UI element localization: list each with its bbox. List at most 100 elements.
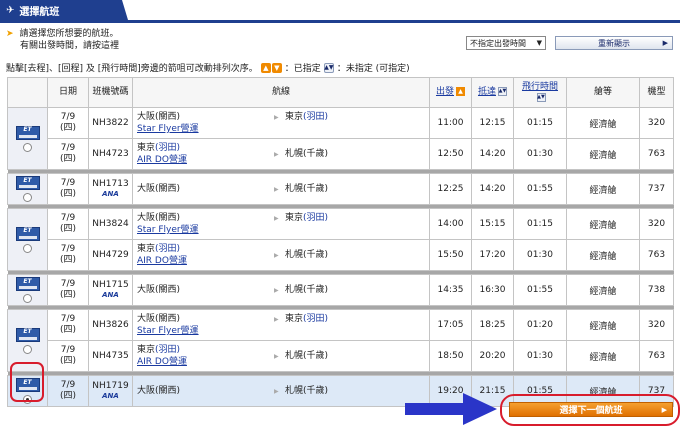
header-arrive[interactable]: 抵達 ▲▼ [471,77,514,108]
sort-unset-icon[interactable]: ▲▼ [536,92,546,102]
to-airport: (羽田) [303,112,329,122]
sort-unset-icon[interactable]: ▲▼ [498,87,507,96]
arrow-right-icon [405,393,497,425]
sort-set-label: ：已指定 [284,64,321,74]
operating-carrier-link[interactable]: Star Flyer營運 [137,225,199,236]
date-value: 7/9 [60,178,76,188]
route-from: 東京(羽田) [137,244,180,255]
e-ticket-icon: ET [15,327,40,342]
date-value: 7/9 [60,244,76,254]
flight-radio[interactable] [23,142,32,152]
e-ticket-icon: ET [15,176,40,190]
chevron-right-icon: ▶ [662,39,668,47]
route-to: 札幌(千歲) [285,285,329,295]
aircraft-type: 737 [639,173,674,205]
select-cell[interactable]: ET [7,208,48,271]
operating-carrier-link[interactable]: AIR DO營運 [137,155,187,166]
flight-number: NH4723 [92,149,129,159]
route-from: 東京(羽田) [137,143,180,154]
route-cell: 東京(羽田) AIR DO營運 ▶ 札幌(千歲) [132,340,430,372]
date-cell: 7/9 (四) [47,173,89,205]
sort-set-icon[interactable]: ▲ [456,87,465,96]
route-from: 東京(羽田) [137,345,180,356]
arrive-time: 17:20 [471,239,514,271]
flight-radio[interactable] [23,294,32,303]
flight-duration: 01:30 [513,138,567,170]
departure-time-select[interactable]: 不指定出發時間 ▼ [466,36,546,50]
flight-number: NH3826 [92,320,129,330]
chevron-right-icon: ▶ [661,405,667,414]
arrow-right-icon: ➤ [6,29,14,39]
flight-number-cell: NH1719 ANA [88,375,133,407]
e-ticket-icon: ET [15,277,40,291]
route-cell: 東京(羽田) AIR DO營運 ▶ 札幌(千歲) [132,239,430,271]
route-from: 大阪(關西) [137,184,181,194]
flight-duration: 01:30 [513,340,567,372]
cabin-class: 經濟艙 [566,107,640,139]
flight-number-cell: NH3824 [88,208,133,240]
instructions: ➤ 請選擇您所想要的航班。 有關出發時間，請按這裡 [6,28,119,52]
route-to: 札幌(千歲) [285,184,329,194]
date-value: 7/9 [60,345,76,355]
table-row: 7/9 (四) NH4729 東京(羽田) AIR DO營運 ▶ 札幌(千歲) 15:50 17… [8,239,674,271]
flight-number-cell: NH1713 ANA [88,173,133,205]
sort-note-prefix: 點擊[去程]、[回程] 及 [飛行時間]旁邊的箭咀可改動排列次序。 [6,64,258,74]
route-cell: 大阪(關西) ▶ 札幌(千歲) [132,375,430,407]
operating-carrier-link[interactable]: AIR DO營運 [137,256,187,267]
route-arrow-icon: ▶ [274,151,279,158]
operating-carrier-link[interactable]: Star Flyer營運 [137,326,199,337]
flight-radio[interactable] [23,193,32,202]
depart-time: 12:50 [429,138,472,170]
day-value: (四) [59,356,77,366]
date-value: 7/9 [60,143,76,153]
cabin-class: 經濟艙 [566,208,640,240]
date-value: 7/9 [60,112,76,122]
depart-time: 18:50 [429,340,472,372]
next-button-label: 選擇下一個航班 [559,406,623,416]
flight-duration: 01:55 [513,173,567,205]
arrive-time: 20:20 [471,340,514,372]
select-next-flight-button[interactable]: 選擇下一個航班 ▶ [509,402,673,417]
select-cell[interactable]: ET [7,274,48,306]
flight-radio[interactable] [23,344,32,354]
e-ticket-icon: ET [15,226,40,241]
arrive-time: 14:20 [471,138,514,170]
flight-number: NH3822 [92,118,129,128]
depart-time: 14:00 [429,208,472,240]
route-from: 大阪(關西) [137,285,181,295]
route-from: 大阪(關西) [137,386,181,396]
instruction-line-2[interactable]: 有關出發時間，請按這裡 [6,40,119,52]
sort-set-icon: ▲ ▼ [260,62,282,73]
route-cell: 大阪(關西) ▶ 札幌(千歲) [132,274,430,306]
select-cell[interactable]: ET [7,107,48,170]
instruction-line-1: 請選擇您所想要的航班。 [19,29,119,39]
table-row: ET 7/9 (四) NH1713 ANA 大阪(關西) ▶ 札幌(千歲) 12:25 14:20… [7,173,674,205]
aircraft-type: 763 [639,138,674,170]
select-cell[interactable]: ET [7,173,48,205]
date-cell: 7/9 (四) [47,274,89,306]
sort-note: 點擊[去程]、[回程] 及 [飛行時間]旁邊的箭咀可改動排列次序。 ▲ ▼ ：已指… [6,61,410,74]
flight-duration: 01:30 [513,239,567,271]
operating-carrier-link[interactable]: AIR DO營運 [137,357,187,368]
page-title-tab: ✈ 選擇航班 [0,0,128,20]
table-header-row: 日期 班機號碼 航線 出發 ▲ 抵達 ▲▼ 飛行時間▲▼ 艙等 機型 [7,77,674,108]
header-aircraft: 機型 [639,77,674,108]
cabin-class: 經濟艙 [566,340,640,372]
day-value: (四) [59,189,77,199]
table-row: ET 7/9 (四) NH3822 大阪(關西) Star Flyer營運 ▶ 東京(羽田) 1… [7,107,674,170]
dropdown-arrow-icon: ▼ [536,39,542,47]
header-depart[interactable]: 出發 ▲ [429,77,472,108]
flight-duration: 01:20 [513,309,567,341]
aircraft-type: 320 [639,309,674,341]
from-airport: (羽田) [155,345,181,355]
header-duration[interactable]: 飛行時間▲▼ [513,77,567,108]
arrive-time: 12:15 [471,107,514,139]
refresh-button[interactable]: 重新顯示 ▶ [555,36,673,50]
flight-number-cell: NH4729 [88,239,133,271]
depart-time: 12:25 [429,173,472,205]
route-arrow-icon: ▶ [274,252,279,259]
day-value: (四) [59,255,77,265]
flight-radio[interactable] [23,243,32,253]
aircraft-type: 763 [639,340,674,372]
operating-carrier-link[interactable]: Star Flyer營運 [137,124,199,135]
